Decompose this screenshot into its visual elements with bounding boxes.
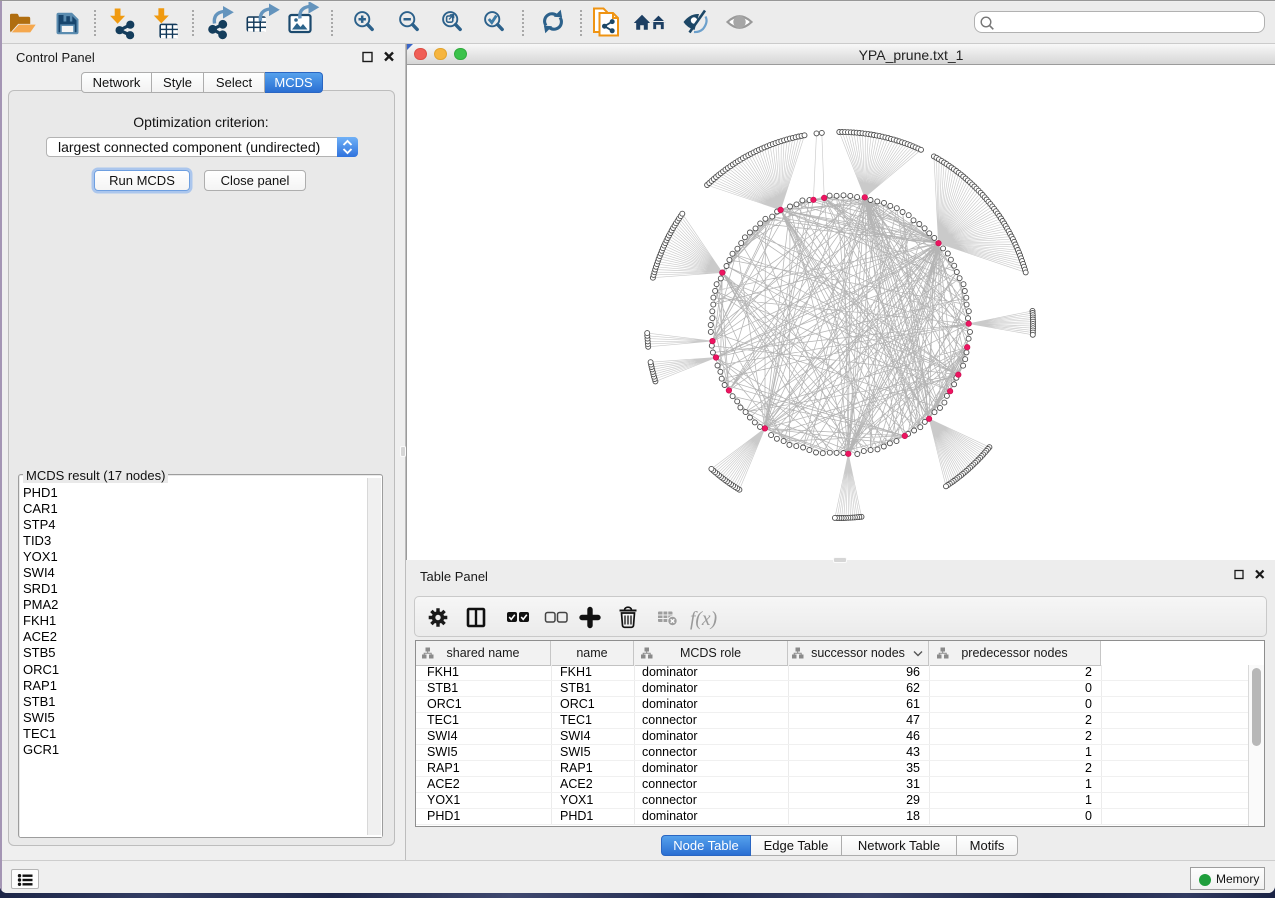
svg-text:f(x): f(x) [690,609,717,630]
